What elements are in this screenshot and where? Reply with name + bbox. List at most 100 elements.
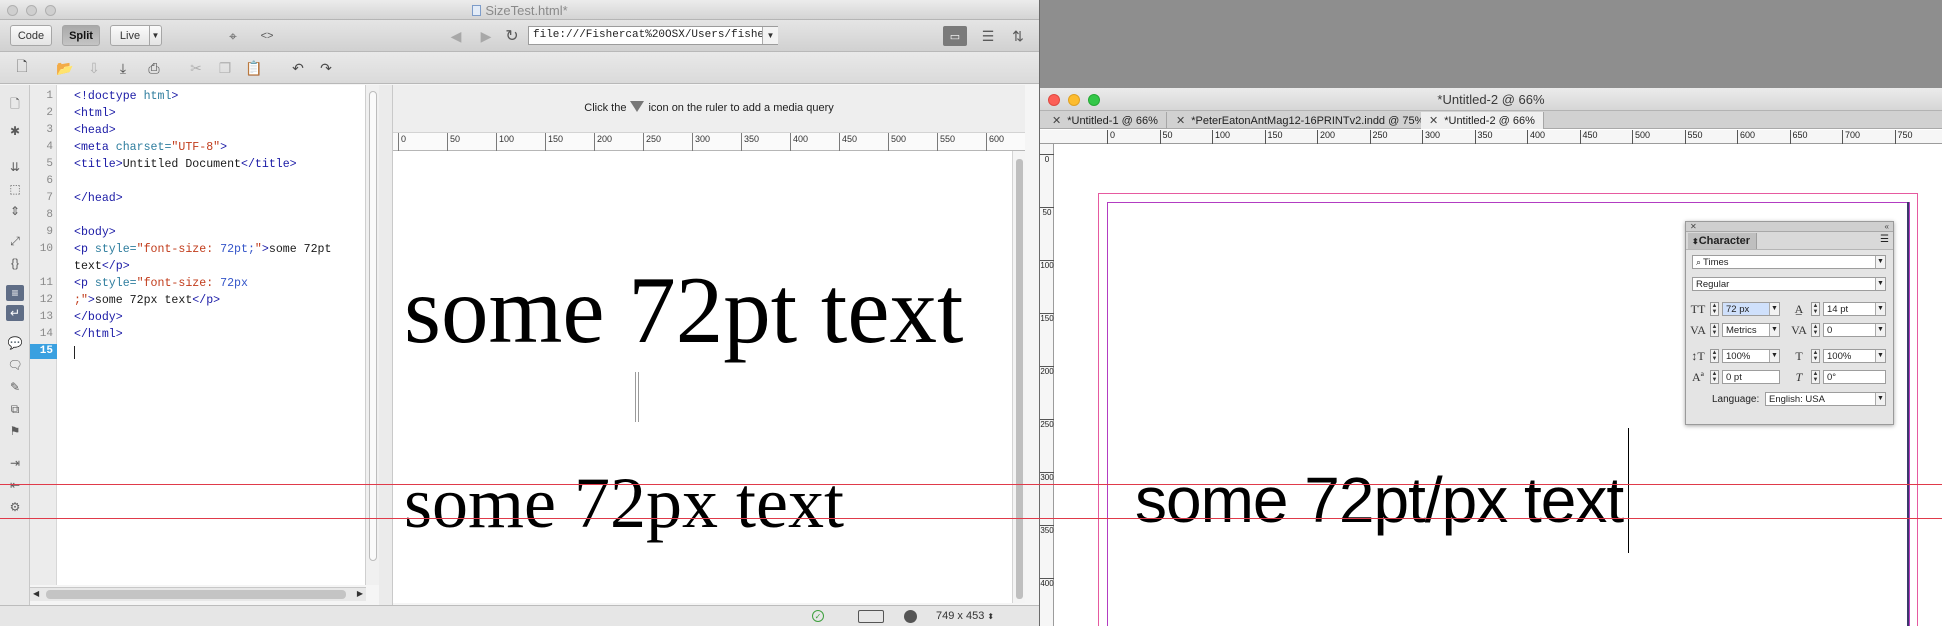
font-size-stepper[interactable]: ▲ ▼ — [1710, 302, 1719, 316]
design-vertical-scrollbar[interactable] — [1012, 151, 1025, 603]
document-tab-active[interactable]: ✕ *Untitled-2 @ 66% — [1421, 112, 1544, 129]
code-editor[interactable]: 1 2 3 4 5 6 7 8 9 10 11 12 13 14 15 <!do… — [30, 85, 366, 585]
forward-arrow-icon[interactable]: ▶ — [476, 26, 496, 46]
live-view-dropdown[interactable]: ▼ — [149, 25, 162, 46]
remove-comment-icon[interactable]: 🗨 — [6, 357, 24, 373]
font-style-field[interactable]: Regular ▼ — [1692, 277, 1886, 291]
leading-field[interactable]: 14 pt ▼ — [1823, 302, 1886, 316]
dropdown-icon[interactable]: ▼ — [1769, 350, 1779, 362]
copy-icon[interactable]: ❐ — [215, 58, 235, 78]
vertical-scale-stepper[interactable]: ▲ ▼ — [1710, 349, 1719, 363]
skew-field[interactable]: 0° — [1823, 370, 1886, 384]
format-source-icon[interactable]: ⚙ — [6, 499, 24, 515]
document-tab[interactable]: ✕ *PeterEatonAntMag12-16PRINTv2.indd @ 75… — [1168, 112, 1434, 129]
save-all-icon[interactable]: ⤓ — [113, 58, 133, 78]
text-frame-content[interactable]: some 72pt/px text — [1135, 463, 1624, 537]
back-arrow-icon[interactable]: ◀ — [446, 26, 466, 46]
dropdown-icon[interactable]: ▼ — [1875, 303, 1885, 315]
address-field[interactable]: file:///Fishercat%20OSX/Users/fishercat/… — [528, 26, 778, 45]
split-view-button[interactable]: Split — [62, 25, 100, 46]
panel-menu-icon[interactable]: ☰ — [1880, 234, 1889, 245]
live-view-button[interactable]: Live — [110, 25, 150, 46]
skew-stepper[interactable]: ▲ ▼ — [1811, 370, 1820, 384]
scroll-right-icon[interactable]: ▶ — [357, 589, 363, 598]
document-tab[interactable]: ✕ *Untitled-1 @ 66% — [1044, 112, 1167, 129]
live-code-icon[interactable]: ✱ — [6, 123, 24, 139]
sort-icon[interactable]: ⇅ — [1008, 26, 1028, 46]
new-document-icon[interactable]: 🗋 — [12, 58, 32, 78]
dropdown-icon[interactable]: ▼ — [1875, 350, 1885, 362]
vertical-ruler[interactable]: 050100150200250300350400450 — [1040, 144, 1054, 626]
close-tab-icon[interactable]: ✕ — [1176, 115, 1185, 127]
language-select[interactable]: English: USA ▼ — [1765, 392, 1886, 406]
tracking-field[interactable]: 0 ▼ — [1823, 323, 1886, 337]
paste-icon[interactable]: 📋 — [244, 58, 264, 78]
inspect-icon[interactable]: ⌖ — [223, 26, 243, 46]
baseline-shift-field[interactable]: 0 pt — [1722, 370, 1780, 384]
no-errors-icon[interactable]: ✓ — [812, 610, 824, 622]
vertical-scale-field[interactable]: 100% ▼ — [1722, 349, 1780, 363]
horizontal-ruler[interactable]: 0 50 100 150 200 250 300 350 400 450 500 550 600 650 7… — [1040, 130, 1942, 144]
leading-stepper[interactable]: ▲ ▼ — [1811, 302, 1820, 316]
layout-toggle-icon[interactable]: ▭ — [943, 26, 967, 46]
select-parent-tag-icon[interactable]: ⤢ — [6, 233, 24, 249]
dropdown-icon[interactable]: ▼ — [1875, 256, 1885, 268]
collapse-panel-icon[interactable]: « — [1885, 222, 1889, 231]
device-preview-icon[interactable] — [858, 610, 884, 623]
font-size-field[interactable]: 72 px ▼ — [1722, 302, 1780, 316]
open-documents-icon[interactable]: 🗋 — [6, 97, 24, 113]
snippets-icon[interactable]: ⧉ — [6, 401, 24, 417]
window-size-readout[interactable]: 749 x 453 ⬍ — [936, 610, 994, 622]
dropdown-icon[interactable]: ▼ — [1769, 303, 1779, 315]
code-view-button[interactable]: Code — [10, 25, 52, 46]
outdent-icon[interactable]: ⇤ — [6, 477, 24, 493]
indent-icon[interactable]: ⇥ — [6, 455, 24, 471]
cut-icon[interactable]: ✂ — [186, 58, 206, 78]
code-vertical-scrollbar[interactable] — [365, 85, 379, 585]
dropdown-icon[interactable]: ▼ — [1769, 324, 1779, 336]
panel-top-bar[interactable]: ✕ « — [1686, 222, 1893, 232]
address-dropdown[interactable]: ▼ — [762, 27, 778, 44]
undo-icon[interactable]: ↶ — [288, 58, 308, 78]
dropdown-icon[interactable]: ▼ — [1875, 278, 1885, 290]
collapse-tag-icon[interactable]: ⇊ — [6, 159, 24, 175]
kerning-stepper[interactable]: ▲ ▼ — [1710, 323, 1719, 337]
horizontal-scale-stepper[interactable]: ▲ ▼ — [1811, 349, 1820, 363]
scroll-thumb[interactable] — [369, 91, 377, 561]
code-navigator-icon[interactable]: <> — [257, 26, 277, 46]
design-ruler[interactable]: 0 50 100 150 200 250 300 350 400 450 500 550 600 — [393, 133, 1025, 151]
comment-icon[interactable]: 💬 — [6, 335, 24, 351]
live-view-pane[interactable]: Click the icon on the ruler to add a medi… — [393, 85, 1025, 603]
line-numbers-icon[interactable]: ≡ — [6, 285, 24, 301]
move-css-icon[interactable]: ⚑ — [6, 423, 24, 439]
expand-all-icon[interactable]: ⇕ — [6, 203, 24, 219]
wrap-tag-icon[interactable]: ✎ — [6, 379, 24, 395]
tracking-stepper[interactable]: ▲ ▼ — [1811, 323, 1820, 337]
horizontal-scale-field[interactable]: 100% ▼ — [1823, 349, 1886, 363]
baseline-shift-stepper[interactable]: ▲ ▼ — [1710, 370, 1719, 384]
dropdown-icon[interactable]: ▼ — [1875, 393, 1885, 405]
resize-grip[interactable] — [635, 372, 639, 422]
close-tab-icon[interactable]: ✕ — [1052, 115, 1061, 127]
collapse-selection-icon[interactable]: ⬚ — [6, 181, 24, 197]
save-icon[interactable]: ⇩ — [84, 58, 104, 78]
word-wrap-icon[interactable]: ↵ — [6, 305, 24, 321]
scroll-left-icon[interactable]: ◀ — [33, 589, 39, 598]
code-horizontal-scrollbar[interactable]: ◀ ▶ — [30, 587, 366, 601]
view-options-icon[interactable]: ☰ — [978, 26, 998, 46]
dropdown-icon[interactable]: ▼ — [1875, 324, 1885, 336]
globe-icon[interactable] — [904, 610, 917, 623]
panel-tab-character[interactable]: ⬍Character — [1688, 233, 1758, 249]
refresh-icon[interactable]: ↻ — [502, 26, 522, 46]
split-divider[interactable] — [379, 85, 393, 605]
balance-braces-icon[interactable]: {} — [6, 255, 24, 271]
close-tab-icon[interactable]: ✕ — [1429, 115, 1438, 127]
redo-icon[interactable]: ↷ — [316, 58, 336, 78]
close-panel-icon[interactable]: ✕ — [1690, 222, 1697, 231]
kerning-field[interactable]: Metrics ▼ — [1722, 323, 1780, 337]
open-folder-icon[interactable]: 📂 — [55, 58, 75, 78]
scroll-thumb[interactable] — [1016, 159, 1023, 599]
scroll-thumb[interactable] — [46, 590, 346, 599]
font-family-field[interactable]: ⌕ Times ▼ — [1692, 255, 1886, 269]
print-icon[interactable]: ⎙ — [144, 58, 164, 78]
